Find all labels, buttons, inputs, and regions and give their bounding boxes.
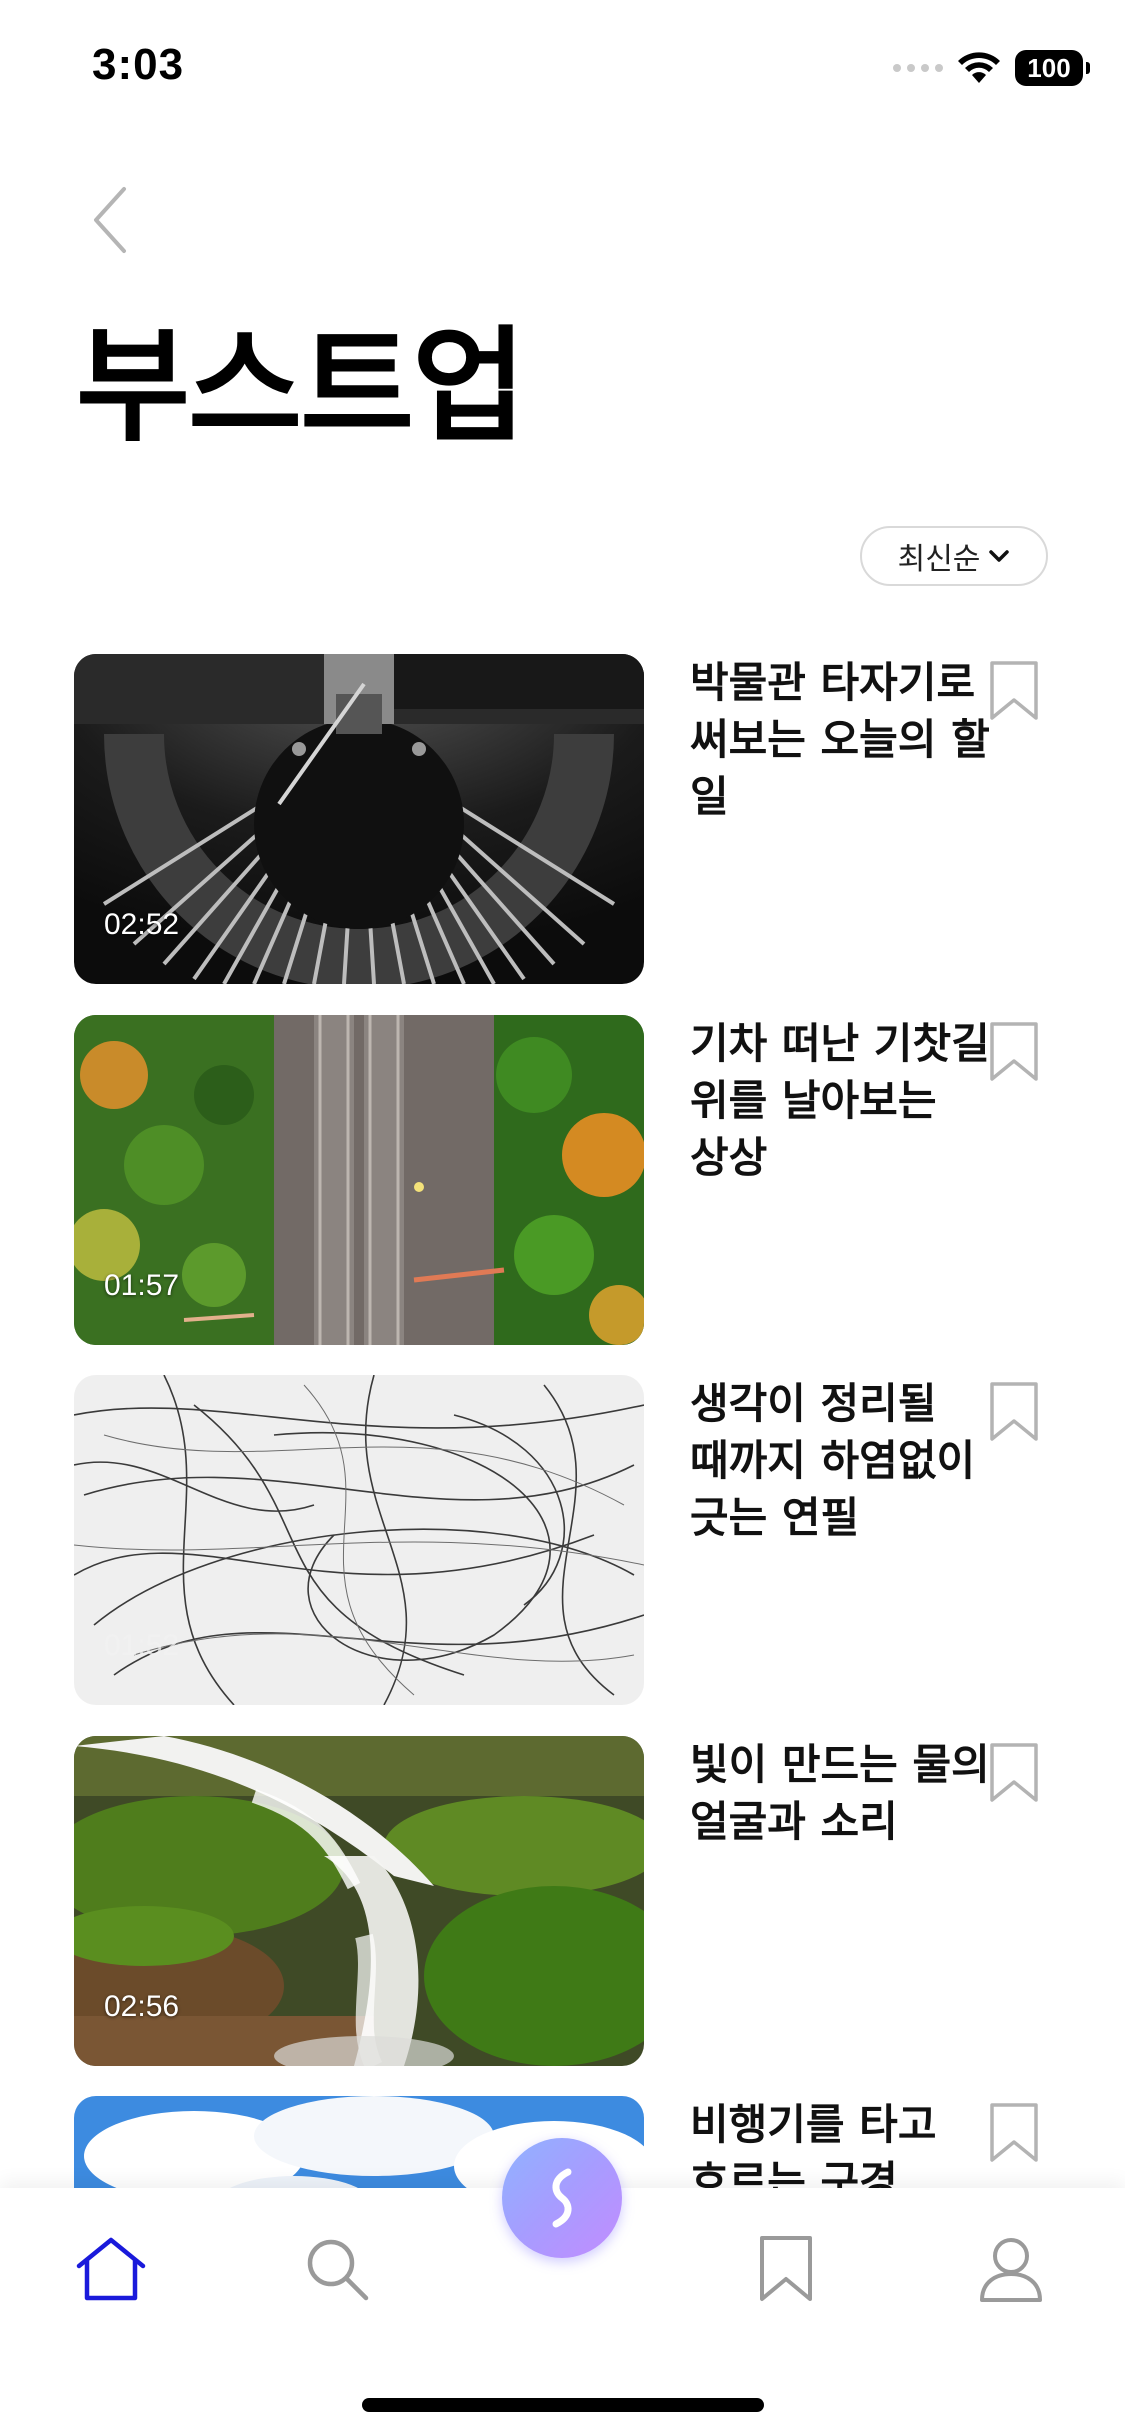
bookmark-icon [990, 2103, 1038, 2162]
video-title[interactable]: 빛이 만드는 물의 얼굴과 소리 [690, 1736, 1010, 1850]
center-logo-button[interactable] [502, 2138, 622, 2258]
list-item[interactable]: 02:52 박물관 타자기로 써보는 오늘의 할 일 [74, 654, 1054, 984]
bookmark-icon [990, 661, 1038, 720]
video-list: 02:52 박물관 타자기로 써보는 오늘의 할 일 01:57 기차 떠난 기… [0, 0, 1125, 2426]
video-thumbnail[interactable]: 02:52 [74, 654, 644, 984]
video-duration: 01:57 [104, 1269, 180, 1302]
video-title[interactable]: 박물관 타자기로 써보는 오늘의 할 일 [690, 654, 1010, 825]
video-title[interactable]: 생각이 정리될 때까지 하염없이 긋는 연필 [690, 1375, 1010, 1546]
nav-search[interactable] [292, 2224, 382, 2314]
list-item[interactable]: 01:57 기차 떠난 기찻길 위를 날아보는 상상 [74, 1015, 1054, 1345]
list-item[interactable]: 02:56 빛이 만드는 물의 얼굴과 소리 [74, 1736, 1054, 2066]
bookmark-button[interactable] [984, 2098, 1044, 2168]
home-indicator [362, 2398, 764, 2412]
video-thumbnail[interactable]: 01:57 [74, 1015, 644, 1345]
video-duration: 01:52 [104, 1629, 180, 1662]
video-thumbnail[interactable]: 02:56 [74, 1736, 644, 2066]
nav-profile[interactable] [966, 2224, 1056, 2314]
bookmark-button[interactable] [984, 1377, 1044, 1447]
video-duration: 02:56 [104, 1990, 180, 2023]
bookmark-button[interactable] [984, 656, 1044, 726]
bookmark-icon [990, 1382, 1038, 1441]
video-thumbnail[interactable]: 01:52 [74, 1375, 644, 1705]
bookmark-icon [760, 2236, 812, 2301]
nav-home[interactable] [66, 2224, 156, 2314]
logo-icon [552, 2168, 572, 2228]
bookmark-button[interactable] [984, 1738, 1044, 1808]
search-icon [307, 2239, 369, 2301]
nav-bookmarks[interactable] [741, 2224, 831, 2314]
bookmark-button[interactable] [984, 1017, 1044, 1087]
profile-icon [980, 2238, 1042, 2302]
home-icon [76, 2237, 146, 2301]
bookmark-icon [990, 1743, 1038, 1802]
video-title[interactable]: 기차 떠난 기찻길 위를 날아보는 상상 [690, 1015, 1010, 1186]
list-item[interactable]: 01:52 생각이 정리될 때까지 하염없이 긋는 연필 [74, 1375, 1054, 1705]
video-duration: 02:52 [104, 908, 180, 941]
bookmark-icon [990, 1022, 1038, 1081]
